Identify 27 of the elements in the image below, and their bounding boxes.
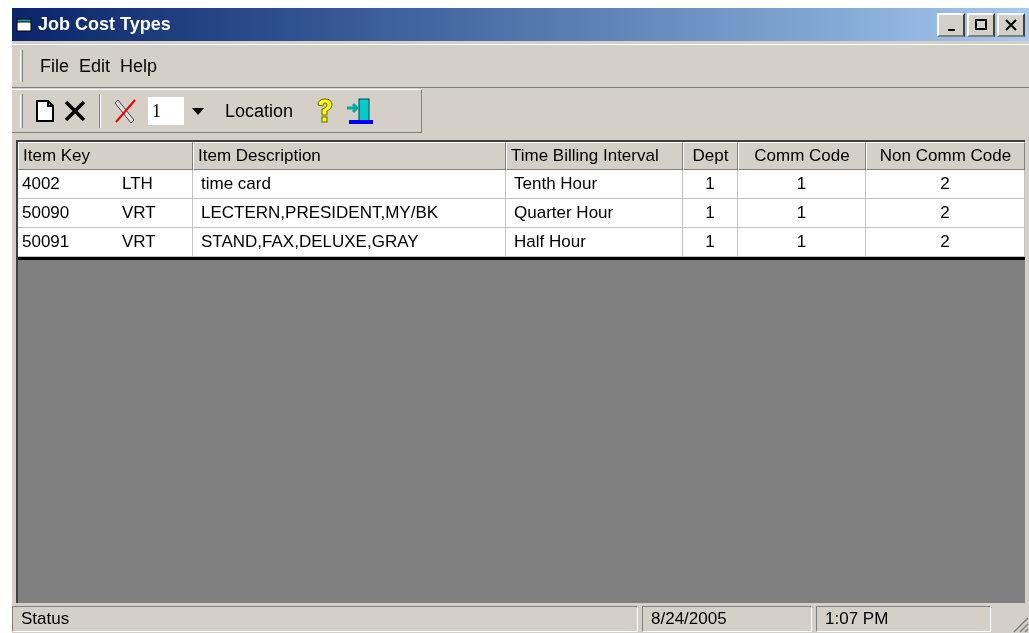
window-icon [16, 16, 34, 33]
column-header[interactable]: Non Comm Code [866, 142, 1025, 170]
delete-icon[interactable] [63, 99, 87, 123]
column-header[interactable]: Item Description [193, 142, 506, 170]
minimize-button[interactable] [937, 12, 965, 37]
caret-icon [192, 107, 204, 115]
window-title: Job Cost Types [38, 13, 171, 36]
minimize-icon [947, 28, 955, 31]
crossed-pencil-icon[interactable] [113, 97, 139, 125]
menu-item[interactable]: File [35, 52, 74, 80]
column-header[interactable]: Comm Code [738, 142, 866, 170]
status-time: 1:07 PM [816, 606, 991, 632]
location-label: Location [225, 99, 294, 123]
new-document-icon[interactable] [35, 99, 55, 123]
status-date: 8/24/2005 [642, 606, 812, 632]
location-dropdown[interactable]: 1 [147, 96, 213, 126]
column-header[interactable]: Dept [683, 142, 738, 170]
maximize-button[interactable] [967, 12, 995, 37]
close-icon [1004, 18, 1018, 31]
menu-item[interactable]: Edit [74, 52, 116, 80]
column-header[interactable]: Time Billing Interval [506, 142, 683, 170]
column-header[interactable]: Item Key [18, 142, 193, 170]
status-text: Status [12, 606, 638, 632]
menu-item[interactable]: Help [115, 52, 163, 80]
exit-door-icon[interactable] [345, 96, 376, 126]
maximize-icon [974, 18, 988, 31]
close-button[interactable] [997, 12, 1025, 37]
